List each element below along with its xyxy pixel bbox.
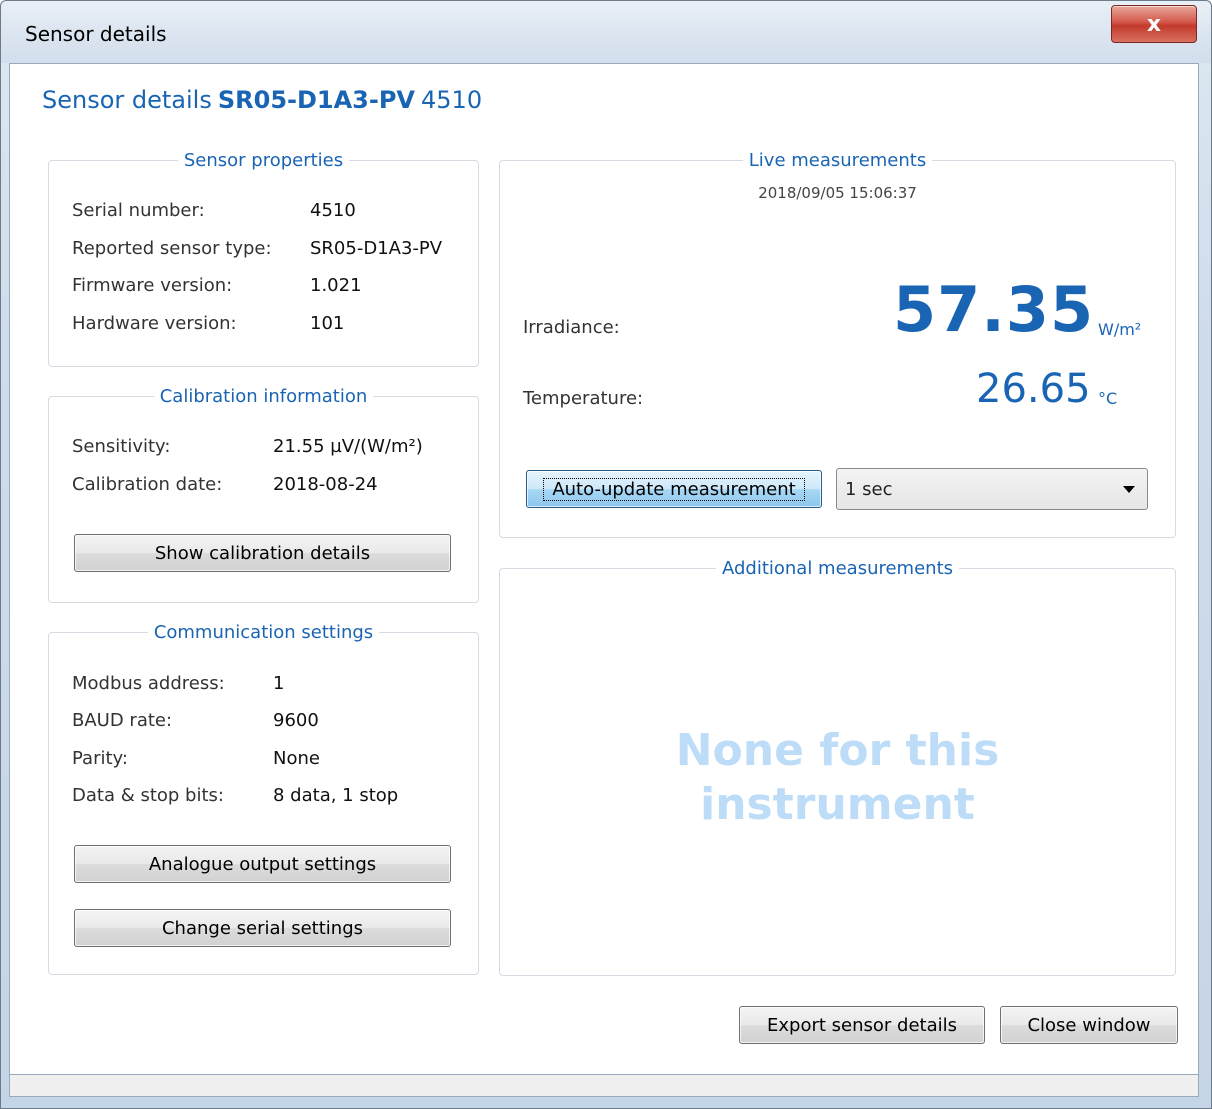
sensor-properties-title: Sensor properties <box>183 150 344 171</box>
modbus-address-value: 1 <box>273 673 285 694</box>
close-window-button[interactable]: Close window <box>1000 1006 1178 1044</box>
firmware-version-value: 1.021 <box>310 275 362 296</box>
additional-measurements-title: Additional measurements <box>721 558 954 579</box>
chevron-down-icon[interactable] <box>1123 486 1135 493</box>
auto-update-measurement-button[interactable]: Auto-update measurement <box>526 470 822 508</box>
analogue-output-settings-button[interactable]: Analogue output settings <box>74 845 451 883</box>
calibration-date-label: Calibration date: <box>72 474 223 495</box>
no-measurements-message: None for this instrument <box>499 724 1176 844</box>
calibration-title: Calibration information <box>159 386 368 407</box>
update-interval-value: 1 sec <box>845 478 893 500</box>
status-strip <box>9 1075 1199 1097</box>
show-calibration-details-button[interactable]: Show calibration details <box>74 534 451 572</box>
parity-label: Parity: <box>72 748 128 769</box>
measurement-timestamp: 2018/09/05 15:06:37 <box>758 184 917 202</box>
live-measurements-title: Live measurements <box>748 150 927 171</box>
no-measurements-line2: instrument <box>700 779 975 830</box>
data-stop-bits-label: Data & stop bits: <box>72 785 224 806</box>
sensor-type-label: Reported sensor type: <box>72 238 272 259</box>
temperature-unit: °C <box>1098 389 1118 408</box>
window-title: Sensor details <box>25 22 167 46</box>
client-area: Sensor details SR05-D1A3-PV 4510 Sensor pr… <box>9 63 1199 1075</box>
export-sensor-details-button[interactable]: Export sensor details <box>739 1006 985 1044</box>
communication-title: Communication settings <box>153 622 374 643</box>
hardware-version-value: 101 <box>310 313 345 334</box>
sensitivity-value: 21.55 µV/(W/m²) <box>273 436 423 457</box>
sensor-details-window: Sensor details x Sensor details SR05-D1A3… <box>0 0 1212 1109</box>
no-measurements-line1: None for this <box>675 725 1000 776</box>
calibration-date-value: 2018-08-24 <box>273 474 378 495</box>
data-stop-bits-value: 8 data, 1 stop <box>273 785 399 806</box>
serial-number-value: 4510 <box>310 200 356 221</box>
page-title-model: SR05-D1A3-PV <box>217 86 416 114</box>
irradiance-value: 57.35 <box>893 273 1095 346</box>
temperature-value: 26.65 <box>976 366 1091 412</box>
sensor-type-value: SR05-D1A3-PV <box>310 238 443 259</box>
firmware-version-label: Firmware version: <box>72 275 233 296</box>
close-icon[interactable]: x <box>1111 5 1197 43</box>
page-title: Sensor details SR05-D1A3-PV 4510 <box>42 86 482 114</box>
change-serial-settings-button[interactable]: Change serial settings <box>74 909 451 947</box>
update-interval-select[interactable]: 1 sec <box>836 468 1148 510</box>
irradiance-unit: W/m² <box>1098 320 1142 339</box>
title-bar[interactable]: Sensor details x <box>1 1 1211 63</box>
baud-rate-label: BAUD rate: <box>72 710 173 731</box>
baud-rate-value: 9600 <box>273 710 319 731</box>
close-glyph: x <box>1146 11 1162 37</box>
temperature-label: Temperature: <box>523 388 644 409</box>
serial-number-label: Serial number: <box>72 200 205 221</box>
parity-value: None <box>273 748 320 769</box>
sensitivity-label: Sensitivity: <box>72 436 171 457</box>
modbus-address-label: Modbus address: <box>72 673 225 694</box>
page-title-prefix: Sensor details <box>42 86 212 114</box>
auto-update-label: Auto-update measurement <box>543 477 805 501</box>
hardware-version-label: Hardware version: <box>72 313 237 334</box>
page-title-serial: 4510 <box>421 86 483 114</box>
irradiance-label: Irradiance: <box>523 317 620 338</box>
